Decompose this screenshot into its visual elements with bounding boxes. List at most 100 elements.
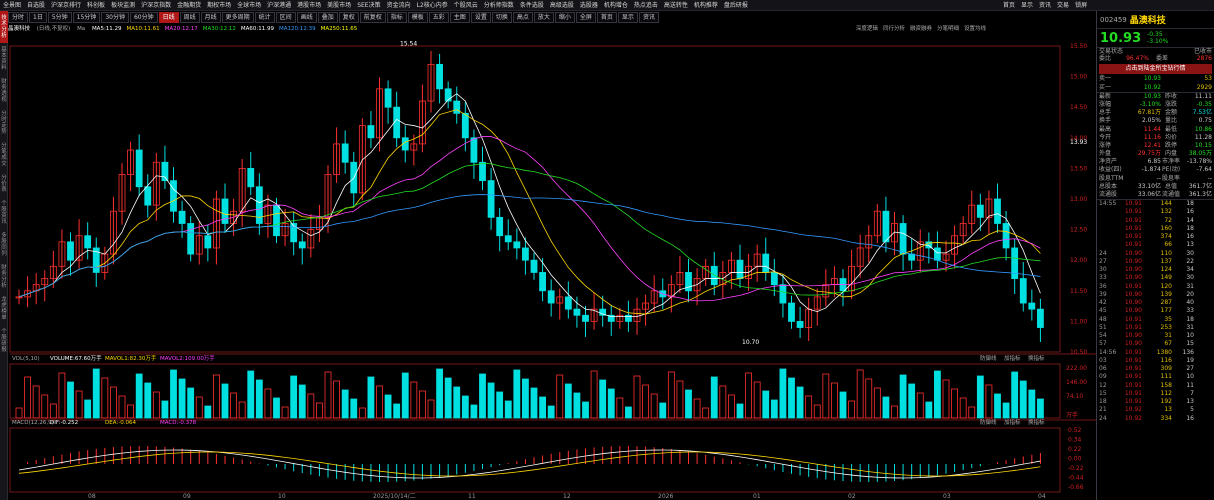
toolbar-button[interactable]: 日线 — [158, 12, 179, 23]
toolbar-button[interactable]: 前复权 — [359, 12, 386, 23]
volume-bar — [496, 391, 504, 419]
info-tab[interactable]: 深度逻辑 — [856, 26, 878, 32]
toolbar-button[interactable]: 全屏 — [575, 12, 596, 23]
info-tab[interactable]: 设置均线 — [964, 26, 986, 32]
candle-body — [582, 314, 589, 322]
toolbar-button[interactable]: 30分钟 — [101, 12, 129, 23]
candle-body — [470, 137, 478, 163]
toolbar-button[interactable]: 画线 — [296, 12, 317, 23]
indicator-tab[interactable]: 防御线 — [980, 418, 997, 426]
toolbar-button[interactable]: 统计 — [254, 12, 275, 23]
tick-volume: 160 — [1160, 224, 1172, 232]
menu-item[interactable]: 美股市场 — [324, 0, 354, 10]
top-right-item[interactable]: 首页 — [1000, 0, 1018, 10]
menu-item[interactable]: 机构增仓 — [601, 0, 631, 10]
tick-time: 14:56 — [1099, 348, 1117, 356]
toolbar-button[interactable]: 15分钟 — [72, 12, 101, 23]
menu-item[interactable]: 资金流向 — [384, 0, 414, 10]
quote-label: 股息TTM — [1099, 174, 1124, 182]
toolbar-button[interactable]: 模板 — [407, 12, 428, 23]
tick-count: 13 — [1186, 241, 1194, 249]
info-tab[interactable]: 融资融券 — [910, 26, 932, 32]
indicator-tab[interactable]: 换指标 — [1028, 354, 1045, 362]
indicator-tab[interactable]: 加指标 — [1004, 418, 1021, 426]
toolbar-button[interactable]: 显示 — [617, 12, 638, 23]
menu-item[interactable]: SEE决策 — [354, 0, 383, 10]
top-right-item[interactable]: 锁屏 — [1072, 0, 1090, 10]
menu-item[interactable]: 自选股 — [24, 0, 48, 10]
top-right-item[interactable]: 交易 — [1054, 0, 1072, 10]
toolbar-button[interactable]: 五彩 — [428, 12, 449, 23]
toolbar-button[interactable]: 首页 — [596, 12, 617, 23]
right-top-bar: 首页 显示 资讯 交易 锁屏 — [1000, 0, 1214, 11]
tick-volume: 67 — [1164, 340, 1172, 348]
info-tab[interactable]: 同行分析 — [883, 26, 905, 32]
volume-bar — [710, 376, 718, 419]
volume-bar — [650, 393, 658, 419]
kline-chart[interactable]: 15.5015.0014.5014.0013.9313.5013.0012.50… — [0, 34, 1096, 500]
menu-item[interactable]: 高级选股 — [547, 0, 577, 10]
quote-row: 总手 67.81万 金额 7.53亿 — [1097, 109, 1214, 117]
toolbar-button[interactable]: 分时 — [8, 12, 29, 23]
toolbar-button[interactable]: 周线 — [179, 12, 200, 23]
toolbar-button[interactable]: 指标 — [386, 12, 407, 23]
toolbar-button[interactable]: 1日 — [29, 12, 47, 23]
menu-item[interactable]: 热点追击 — [631, 0, 661, 10]
menu-item[interactable]: 个股风云 — [451, 0, 481, 10]
tick-price: 10.91 — [1124, 398, 1142, 406]
menu-item[interactable]: 期权市场 — [204, 0, 234, 10]
info-tab[interactable]: 分笔明细 — [937, 26, 959, 32]
toolbar-button[interactable]: 设置 — [470, 12, 491, 23]
indicator-tab[interactable]: 防御线 — [980, 354, 997, 362]
price-tick: 12.50 — [1070, 227, 1087, 234]
menu-item[interactable]: 沪深京排行 — [48, 0, 84, 10]
indicator-value: MAVOL2:109.00万手 — [160, 354, 215, 362]
toolbar-button[interactable]: 复权 — [338, 12, 359, 23]
stock-title: 晶澳科技 — [8, 26, 31, 32]
tick-row: 30 10.90 124 34 — [1097, 266, 1214, 274]
menu-item[interactable]: 选股器 — [577, 0, 601, 10]
menu-item[interactable]: 全景图 — [0, 0, 24, 10]
toolbar-button[interactable]: 区间 — [275, 12, 296, 23]
top-right-item[interactable]: 资讯 — [1036, 0, 1054, 10]
top-right-item[interactable]: 显示 — [1018, 0, 1036, 10]
toolbar-button[interactable]: 更多周期 — [221, 12, 254, 23]
toolbar-button[interactable]: 5分钟 — [47, 12, 72, 23]
menu-item[interactable]: 沪深京指数 — [138, 0, 174, 10]
toolbar-button[interactable]: 资讯 — [638, 12, 659, 23]
indicator-tab[interactable]: 换指标 — [1028, 418, 1045, 426]
quote-row: 今开 11.16 均价 11.28 — [1097, 134, 1214, 142]
toolbar-button[interactable]: 切换 — [491, 12, 512, 23]
menu-item[interactable]: 科创板 — [84, 0, 108, 10]
quote-label: 最高 — [1099, 125, 1112, 133]
tick-price: 10.90 — [1124, 307, 1142, 315]
toolbar-button[interactable]: 叠加 — [317, 12, 338, 23]
menu-item[interactable]: 高送转性 — [661, 0, 691, 10]
menu-item[interactable]: 机构推荐 — [691, 0, 721, 10]
toolbar-button[interactable]: 高点 — [512, 12, 533, 23]
menu-item[interactable]: 全球市场 — [234, 0, 264, 10]
menu-item[interactable]: L2核心内参 — [414, 0, 451, 10]
menu-item[interactable]: 金融期货 — [174, 0, 204, 10]
volume-bar — [693, 398, 701, 419]
toolbar-button[interactable]: 60分钟 — [129, 12, 158, 23]
menu-item[interactable]: 港股市场 — [294, 0, 324, 10]
menu-item[interactable]: 沪深港通 — [264, 0, 294, 10]
toolbar-button[interactable]: 放大 — [533, 12, 554, 23]
indicator-label: MACD(12,26,9) — [12, 420, 54, 426]
candle-body — [1028, 302, 1036, 310]
menu-item[interactable]: 板块监测 — [108, 0, 138, 10]
toolbar-button[interactable]: 月线 — [200, 12, 221, 23]
menu-item[interactable]: 分析师指数 — [481, 0, 517, 10]
indicator-tab[interactable]: 加指标 — [1004, 354, 1021, 362]
menu-item[interactable]: 盘后研报 — [721, 0, 751, 10]
quote-value: 11.44 — [1143, 125, 1161, 133]
lujinsuo-link[interactable]: 点击到陆金所宝钻行情 — [1099, 64, 1212, 75]
menu-item[interactable]: 条件选股 — [517, 0, 547, 10]
volume-bar — [985, 384, 993, 419]
toolbar-button[interactable]: 主图 — [449, 12, 470, 23]
bid-label: 买一 — [1099, 83, 1112, 91]
quote-value: 7.53亿 — [1192, 109, 1212, 117]
tick-price: 10.91 — [1124, 373, 1142, 381]
toolbar-button[interactable]: 缩小 — [554, 12, 575, 23]
